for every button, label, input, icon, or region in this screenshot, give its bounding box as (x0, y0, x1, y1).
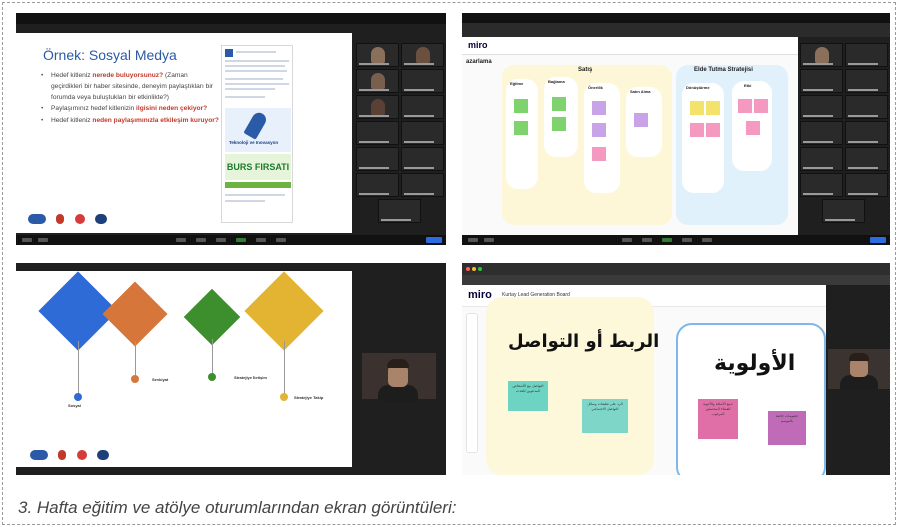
post-image-caption: Teknoloji ve Inovasyon (229, 140, 279, 145)
partner-logo (76, 450, 87, 460)
maximize-icon[interactable] (478, 267, 482, 271)
partner-logo (95, 214, 108, 224)
minimize-icon[interactable] (472, 267, 476, 271)
stage-dot (131, 375, 139, 383)
zoom-control-bar[interactable] (16, 235, 446, 245)
subcolumn: Dönüştürme (682, 83, 724, 193)
sticky-note[interactable]: جمع الأسئلة والأجوبة للعملاء المحتملين ا… (698, 399, 738, 439)
miro-logo: miro (468, 40, 488, 50)
slide-title-main: Sosyal Medya (88, 47, 177, 63)
bullet-item: Hedef kitleniz nerede buluyorsunuz? (Zam… (41, 71, 221, 103)
browser-tabs (462, 23, 890, 37)
participant-gallery (800, 43, 890, 233)
partner-logo (58, 450, 67, 460)
zoom-control-bar[interactable] (462, 235, 890, 245)
sticky-note[interactable]: الرد على تعليقات وسائل التواصل الاجتماعي (582, 399, 628, 433)
screenshot-miro-sales-board: miro azarlama Satış Elde Tutma Stratejis… (462, 13, 890, 245)
stage-dot (208, 373, 216, 381)
screenshot-miro-arabic-board: miro Kurtay Lead Generation Board الربط … (462, 263, 890, 475)
browser-window-bar (462, 263, 890, 275)
shared-slide: Örnek: Sosyal Medya Hedef kitleniz nered… (16, 33, 352, 233)
arabic-heading-right: الأولوية (714, 351, 796, 376)
partner-logo (30, 450, 48, 460)
close-icon[interactable] (466, 267, 470, 271)
social-post-mockup: Teknoloji ve Inovasyon BURS FIRSATI (221, 45, 293, 223)
partner-logos (28, 211, 113, 225)
subcolumn: Önerilik (584, 83, 620, 193)
sticky-note[interactable]: خصومات خاصة بالموسم (768, 411, 806, 445)
miro-board: الربط أو التواصل الأولوية التواصل مع الأ… (462, 297, 826, 475)
stage-label: Sevkiyat (152, 377, 169, 382)
partner-logo (74, 214, 85, 224)
zoom-top-bar (16, 13, 446, 24)
partner-logo (56, 214, 65, 224)
speaker-video (362, 353, 436, 401)
screenshot-strategy-slide: Sosyal Sevkiyat Stratejiye İletişim Stra… (16, 263, 446, 475)
screenshot-social-media-slide: Örnek: Sosyal Medya Hedef kitleniz nered… (16, 13, 446, 245)
stage-dot (74, 393, 82, 401)
bullet-item: Paylaşımınız hedef kitlenizin ilgisini n… (41, 104, 221, 115)
leave-button[interactable] (870, 237, 886, 243)
slide-bullets: Hedef kitleniz nerede buluyorsunuz? (Zam… (41, 71, 221, 128)
rocket-icon (243, 110, 269, 140)
miro-logo: miro (468, 289, 492, 301)
participant-gallery (356, 43, 446, 233)
column-title: azarlama (466, 59, 492, 65)
slide-title: Örnek: Sosyal Medya (43, 47, 177, 63)
leave-button[interactable] (426, 237, 442, 243)
post-banner-strip (225, 182, 291, 188)
figure-caption: 3. Hafta eğitim ve atölye oturumlarından… (18, 498, 457, 517)
miro-toolbar: miro (462, 37, 798, 55)
speaker-video (828, 349, 890, 389)
stage-cube (183, 288, 241, 346)
stage-label: Sosyal (68, 403, 81, 408)
stage-label: Stratejiye İletişim (234, 375, 267, 380)
stage-dot (280, 393, 288, 401)
post-avatar (225, 49, 233, 57)
bookmarks-bar (462, 275, 890, 285)
partner-logo (28, 214, 46, 224)
post-banner: BURS FIRSATI (225, 154, 291, 180)
stage-label: Stratejiye Takip (294, 395, 324, 400)
miro-tool-column[interactable] (466, 313, 478, 453)
slide-title-prefix: Örnek: (43, 47, 86, 63)
post-image-rocket: Teknoloji ve Inovasyon (225, 108, 291, 152)
miro-board: azarlama Satış Elde Tutma Stratejisi Eği… (462, 55, 798, 235)
shared-slide: Sosyal Sevkiyat Stratejiye İletişim Stra… (16, 271, 352, 467)
partner-logos (30, 447, 115, 461)
partner-logo (97, 450, 110, 460)
stage-cube (244, 271, 324, 351)
arabic-heading-left: الربط أو التواصل (508, 331, 660, 352)
stage-cube (102, 281, 168, 347)
sticky-note[interactable]: التواصل مع الأشخاص المدعوين للحدث (508, 381, 548, 411)
bullet-item: Hedef kitleniz neden paylaşımınızla etki… (41, 116, 221, 127)
